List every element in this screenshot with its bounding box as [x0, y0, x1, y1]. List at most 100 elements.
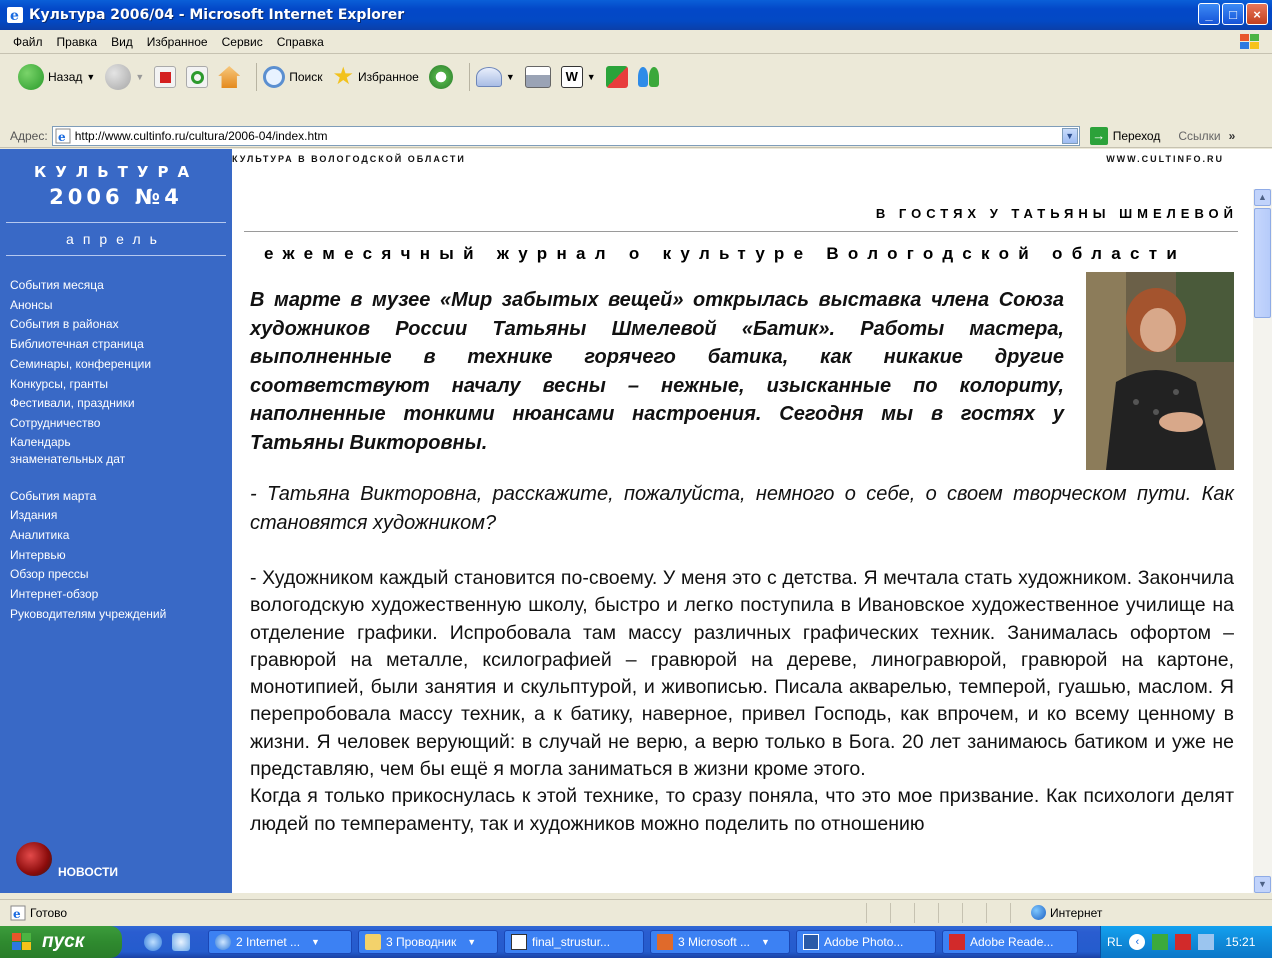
status-cell [890, 902, 914, 923]
stop-icon [154, 66, 177, 88]
forward-button[interactable]: ▼ [105, 64, 144, 90]
taskbar-item-photoshop[interactable]: Adobe Photo... [796, 930, 936, 954]
address-bar: Адрес: e http://www.cultinfo.ru/cultura/… [0, 124, 1272, 148]
menu-tools[interactable]: Сервис [215, 35, 270, 49]
svg-text:e: e [10, 8, 19, 24]
search-button[interactable]: Поиск [263, 66, 323, 88]
history-button[interactable] [428, 65, 453, 89]
start-button[interactable]: пуск [0, 926, 122, 958]
scroll-thumb[interactable] [1254, 208, 1271, 318]
address-input[interactable]: e http://www.cultinfo.ru/cultura/2006-04… [51, 125, 1080, 146]
photoshop-icon [803, 934, 819, 950]
taskbar-item-internet[interactable]: 2 Internet ... ▼ [208, 930, 352, 954]
taskbar-item-reader[interactable]: Adobe Reade... [942, 930, 1078, 954]
links-chevron[interactable]: » [1229, 129, 1236, 143]
nav-link[interactable]: Интернет-обзор [10, 585, 232, 605]
refresh-button[interactable] [186, 66, 209, 88]
status-cell [938, 902, 962, 923]
acrobat-icon [949, 934, 965, 950]
menu-view[interactable]: Вид [104, 35, 140, 49]
address-label: Адрес: [10, 128, 48, 143]
research-button[interactable] [605, 66, 628, 88]
sidebar: КУЛЬТУРА 2006 №4 апрель События месяца А… [0, 149, 232, 893]
ie-icon [215, 934, 231, 950]
star-icon: ★ [332, 63, 355, 90]
chevron-down-icon: ▼ [505, 72, 515, 82]
window-title: Культура 2006/04 - Microsoft Internet Ex… [29, 7, 405, 23]
nav-gap [10, 468, 232, 487]
address-url: http://www.cultinfo.ru/cultura/2006-04/i… [74, 128, 328, 143]
desktop-quicklaunch-icon[interactable] [172, 933, 190, 951]
taskbar-item-powerpoint[interactable]: 3 Microsoft ... ▼ [650, 930, 790, 954]
menu-file[interactable]: Файл [6, 35, 50, 49]
back-button[interactable]: Назад ▼ [18, 64, 95, 90]
mail-button[interactable]: ▼ [475, 67, 515, 87]
messenger-button[interactable] [637, 67, 659, 87]
word-icon [511, 934, 527, 950]
tray-expand-icon[interactable]: ‹ [1129, 934, 1146, 950]
menu-edit[interactable]: Правка [50, 35, 105, 49]
interview-answer: - Художником каждый становится по-своему… [250, 565, 1234, 838]
network-icon[interactable] [1198, 934, 1215, 950]
nav-link[interactable]: Библиотечная страница [10, 335, 232, 355]
zone-text: Интернет [1050, 905, 1103, 920]
address-dropdown-icon[interactable]: ▼ [1061, 127, 1078, 144]
nav-link[interactable]: знаменательных дат [10, 451, 232, 468]
nav-link[interactable]: События марта [10, 487, 232, 507]
maximize-button[interactable]: □ [1222, 3, 1244, 25]
nav-link[interactable]: События месяца [10, 276, 232, 296]
nav-link[interactable]: Аналитика [10, 526, 232, 546]
nav-link[interactable]: Календарь [10, 434, 232, 451]
site-url: WWW.CULTINFO.RU [1106, 154, 1224, 164]
task-label: 3 Microsoft ... [678, 935, 751, 949]
artist-photo [1086, 272, 1234, 470]
nav-link[interactable]: Фестивали, праздники [10, 394, 232, 414]
nav-link[interactable]: Анонсы [10, 296, 232, 316]
taskbar-item-explorer[interactable]: 3 Проводник ▼ [358, 930, 498, 954]
edit-word-button[interactable]: W ▼ [560, 66, 596, 88]
nav-link[interactable]: Интервью [10, 546, 232, 566]
links-button[interactable]: Ссылки [1178, 129, 1220, 143]
nav-link[interactable]: Издания [10, 506, 232, 526]
magazine-title: КУЛЬТУРА [33, 163, 199, 181]
globe-icon [1031, 905, 1046, 920]
stop-button[interactable] [154, 66, 177, 88]
header-rule [244, 231, 1238, 232]
menu-bar: Файл Правка Вид Избранное Сервис Справка [0, 30, 1272, 54]
chevron-down-icon: ▼ [467, 937, 477, 947]
svg-text:e: e [58, 130, 66, 144]
svg-text:e: e [13, 907, 21, 921]
nav-link[interactable]: Конкурсы, гранты [10, 375, 232, 395]
ie-quicklaunch-icon[interactable] [144, 933, 162, 951]
go-button[interactable]: → Переход [1089, 126, 1160, 145]
folder-icon [365, 934, 381, 950]
tray-app-icon[interactable] [1152, 934, 1169, 950]
nav-link[interactable]: События в районах [10, 315, 232, 335]
taskbar-item-word[interactable]: final_strustur... [504, 930, 644, 954]
nav-link[interactable]: Обзор прессы [10, 565, 232, 585]
nav-link[interactable]: Сотрудничество [10, 414, 232, 434]
home-button[interactable] [218, 66, 241, 88]
print-button[interactable] [524, 66, 551, 88]
nav-link[interactable]: Руководителям учреждений [10, 605, 232, 625]
favorites-button[interactable]: ★ Избранное [333, 65, 419, 89]
toolbar-separator [468, 63, 470, 91]
minimize-button[interactable]: _ [1198, 3, 1220, 25]
menu-help[interactable]: Справка [270, 35, 331, 49]
search-label: Поиск [289, 70, 323, 84]
language-indicator[interactable]: RL [1107, 935, 1122, 949]
antivirus-icon[interactable] [1175, 934, 1192, 950]
status-text: Готово [30, 905, 68, 920]
scroll-down-icon[interactable]: ▼ [1254, 876, 1271, 893]
news-link[interactable]: НОВОСТИ [16, 839, 118, 879]
chevron-down-icon: ▼ [311, 937, 320, 947]
scroll-up-icon[interactable]: ▲ [1254, 189, 1271, 206]
close-button[interactable]: × [1246, 3, 1268, 25]
menu-favorites[interactable]: Избранное [140, 35, 215, 49]
system-tray: RL ‹ 15:21 [1100, 926, 1272, 958]
nav-link[interactable]: Семинары, конференции [10, 355, 232, 375]
toolbar-separator [256, 63, 258, 91]
task-label: Adobe Photo... [824, 935, 904, 949]
status-cell [986, 902, 1010, 923]
vertical-scrollbar[interactable]: ▲ ▼ [1253, 189, 1272, 893]
